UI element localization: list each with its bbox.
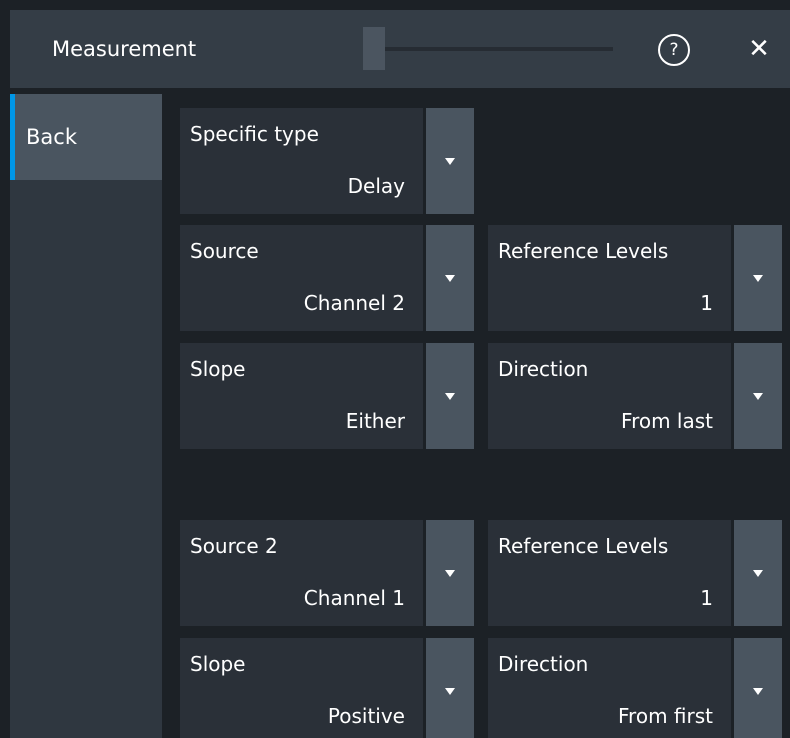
source-2-select[interactable]: Source 2 Channel 1 xyxy=(180,520,474,626)
slope-2-label: Slope xyxy=(190,652,246,676)
source-2-value: Channel 1 xyxy=(303,586,405,610)
chevron-down-icon xyxy=(753,275,763,282)
slope-label: Slope xyxy=(190,357,246,381)
reference-levels-2-select[interactable]: Reference Levels 1 xyxy=(488,520,784,626)
back-label: Back xyxy=(26,125,77,149)
chevron-down-icon xyxy=(445,688,455,695)
direction-2-select[interactable]: Direction From first xyxy=(488,638,784,738)
specific-type-dropdown-button[interactable] xyxy=(426,108,474,214)
navigation-rail: Back xyxy=(10,94,162,738)
active-indicator xyxy=(10,94,15,180)
help-icon[interactable]: ? xyxy=(658,34,690,66)
source-value: Channel 2 xyxy=(303,291,405,315)
source-2-label: Source 2 xyxy=(190,534,278,558)
slope-2-value: Positive xyxy=(327,704,405,728)
chevron-down-icon xyxy=(445,570,455,577)
direction-dropdown-button[interactable] xyxy=(734,343,782,449)
direction-select[interactable]: Direction From last xyxy=(488,343,784,449)
close-icon[interactable]: ✕ xyxy=(744,30,774,68)
slope-dropdown-button[interactable] xyxy=(426,343,474,449)
direction-2-dropdown-button[interactable] xyxy=(734,638,782,738)
direction-label: Direction xyxy=(498,357,589,381)
reference-levels-2-dropdown-button[interactable] xyxy=(734,520,782,626)
specific-type-select[interactable]: Specific type Delay xyxy=(180,108,474,214)
reference-levels-2-value: 1 xyxy=(700,586,713,610)
chevron-down-icon xyxy=(753,688,763,695)
dialog-title: Measurement xyxy=(52,37,197,61)
chevron-down-icon xyxy=(753,393,763,400)
source-select[interactable]: Source Channel 2 xyxy=(180,225,474,331)
specific-type-label: Specific type xyxy=(190,122,319,146)
reference-levels-value: 1 xyxy=(700,291,713,315)
chevron-down-icon xyxy=(445,158,455,165)
back-button[interactable]: Back xyxy=(10,94,162,180)
slope-value: Either xyxy=(345,409,405,433)
reference-levels-select[interactable]: Reference Levels 1 xyxy=(488,225,784,331)
chevron-down-icon xyxy=(445,393,455,400)
title-bar: Measurement ? ✕ xyxy=(10,10,790,88)
reference-levels-2-label: Reference Levels xyxy=(498,534,669,558)
source-dropdown-button[interactable] xyxy=(426,225,474,331)
direction-2-label: Direction xyxy=(498,652,589,676)
direction-value: From last xyxy=(621,409,713,433)
transparency-slider-track[interactable] xyxy=(363,47,613,51)
transparency-slider-thumb[interactable] xyxy=(363,27,385,70)
source-label: Source xyxy=(190,239,259,263)
direction-2-value: From first xyxy=(618,704,713,728)
chevron-down-icon xyxy=(753,570,763,577)
measurement-dialog: Measurement ? ✕ Back Specific type Delay… xyxy=(0,0,790,738)
slope-2-dropdown-button[interactable] xyxy=(426,638,474,738)
reference-levels-label: Reference Levels xyxy=(498,239,669,263)
reference-levels-dropdown-button[interactable] xyxy=(734,225,782,331)
slope-2-select[interactable]: Slope Positive xyxy=(180,638,474,738)
source-2-dropdown-button[interactable] xyxy=(426,520,474,626)
chevron-down-icon xyxy=(445,275,455,282)
specific-type-value: Delay xyxy=(347,174,405,198)
slope-select[interactable]: Slope Either xyxy=(180,343,474,449)
